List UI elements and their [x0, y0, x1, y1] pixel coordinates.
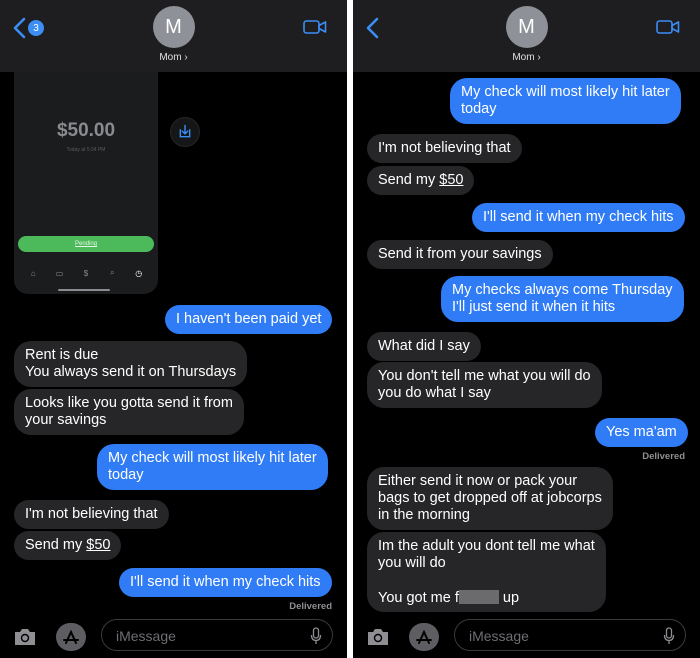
message-input-bar: iMessage: [353, 616, 700, 658]
message-text: Send my: [378, 172, 440, 188]
message-bubble[interactable]: My check will most likely hit later toda…: [97, 444, 328, 490]
video-camera-icon[interactable]: [303, 19, 327, 35]
delivered-status: Delivered: [642, 451, 685, 462]
message-bubble[interactable]: Looks like you gotta send it from your s…: [14, 389, 244, 435]
message-input-bar: iMessage: [0, 616, 347, 658]
contact-name[interactable]: Mom ›: [353, 52, 700, 63]
message-bubble[interactable]: What did I say: [367, 332, 481, 361]
message-bubble[interactable]: You don't tell me what you will do you d…: [367, 362, 602, 408]
conversation-right: M Mom › My check will most likely hit la…: [353, 0, 700, 658]
home-icon: ⌂: [30, 268, 36, 278]
message-placeholder: iMessage: [469, 628, 529, 644]
message-text: Send my: [25, 537, 87, 553]
dollar-icon: $: [83, 268, 89, 278]
message-bubble[interactable]: I'm not believing that: [14, 500, 169, 529]
payment-tab-bar: ⌂ ▭ $ ⌕ ◷: [14, 268, 158, 278]
message-field[interactable]: iMessage: [454, 619, 686, 651]
redaction-box: [458, 590, 499, 604]
conversation-left: 3 M Mom › $50.00 Today at 5:34 PM Pendin…: [0, 0, 347, 658]
message-bubble[interactable]: Rent is due You always send it on Thursd…: [14, 341, 248, 387]
microphone-icon[interactable]: [310, 627, 322, 645]
app-store-icon: [63, 629, 79, 644]
avatar[interactable]: M: [505, 6, 548, 48]
app-store-icon: [416, 629, 432, 644]
camera-icon[interactable]: [12, 624, 38, 650]
message-bubble[interactable]: My check will most likely hit later toda…: [450, 78, 681, 124]
message-bubble[interactable]: I'll send it when my check hits: [119, 568, 332, 597]
avatar[interactable]: M: [152, 6, 195, 48]
download-button[interactable]: [170, 117, 200, 147]
message-field[interactable]: iMessage: [101, 619, 333, 651]
app-store-button[interactable]: [56, 623, 86, 651]
card-icon: ▭: [55, 268, 64, 278]
message-bubble[interactable]: I'm not believing that: [367, 134, 522, 163]
app-store-button[interactable]: [409, 623, 439, 651]
search-icon: ⌕: [110, 268, 115, 277]
chat-header: M Mom ›: [353, 0, 700, 72]
contact-name[interactable]: Mom ›: [0, 52, 347, 63]
money-link[interactable]: $50: [86, 537, 110, 553]
camera-icon[interactable]: [365, 624, 391, 650]
unread-badge: 3: [28, 20, 44, 36]
video-camera-icon[interactable]: [656, 19, 680, 35]
pending-status: Pending: [18, 236, 154, 252]
payment-screenshot[interactable]: $50.00 Today at 5:34 PM Pending ⌂ ▭ $ ⌕ …: [14, 72, 158, 294]
chevron-left-icon: [13, 17, 26, 39]
message-bubble[interactable]: My checks always come Thursday I'll just…: [441, 276, 684, 322]
download-icon: [179, 124, 191, 138]
message-text: up: [498, 590, 520, 606]
message-bubble[interactable]: Send my $50: [367, 166, 475, 195]
message-bubble[interactable]: I'll send it when my check hits: [472, 203, 685, 232]
back-button[interactable]: 3: [10, 16, 44, 40]
message-bubble[interactable]: Yes ma'am: [595, 418, 688, 447]
message-bubble[interactable]: Im the adult you dont tell me what you w…: [367, 532, 606, 612]
message-bubble[interactable]: I haven't been paid yet: [165, 305, 333, 334]
message-bubble[interactable]: Send my $50: [14, 531, 122, 560]
message-text: You got me f: [378, 590, 459, 606]
message-bubble[interactable]: Either send it now or pack your bags to …: [367, 467, 613, 530]
home-indicator: [58, 289, 110, 291]
payment-amount: $50.00: [56, 120, 116, 141]
chevron-left-icon: [366, 17, 379, 39]
back-button[interactable]: [363, 16, 383, 40]
payment-timestamp: Today at 5:34 PM: [66, 147, 106, 153]
message-bubble[interactable]: Send it from your savings: [367, 240, 553, 269]
chat-header: 3 M Mom ›: [0, 0, 347, 72]
microphone-icon[interactable]: [663, 627, 675, 645]
clock-icon: ◷: [135, 268, 143, 278]
message-text: Im the adult you dont tell me what you w…: [378, 538, 595, 571]
message-placeholder: iMessage: [116, 628, 176, 644]
money-link[interactable]: $50: [439, 172, 463, 188]
delivered-status: Delivered: [289, 601, 332, 612]
